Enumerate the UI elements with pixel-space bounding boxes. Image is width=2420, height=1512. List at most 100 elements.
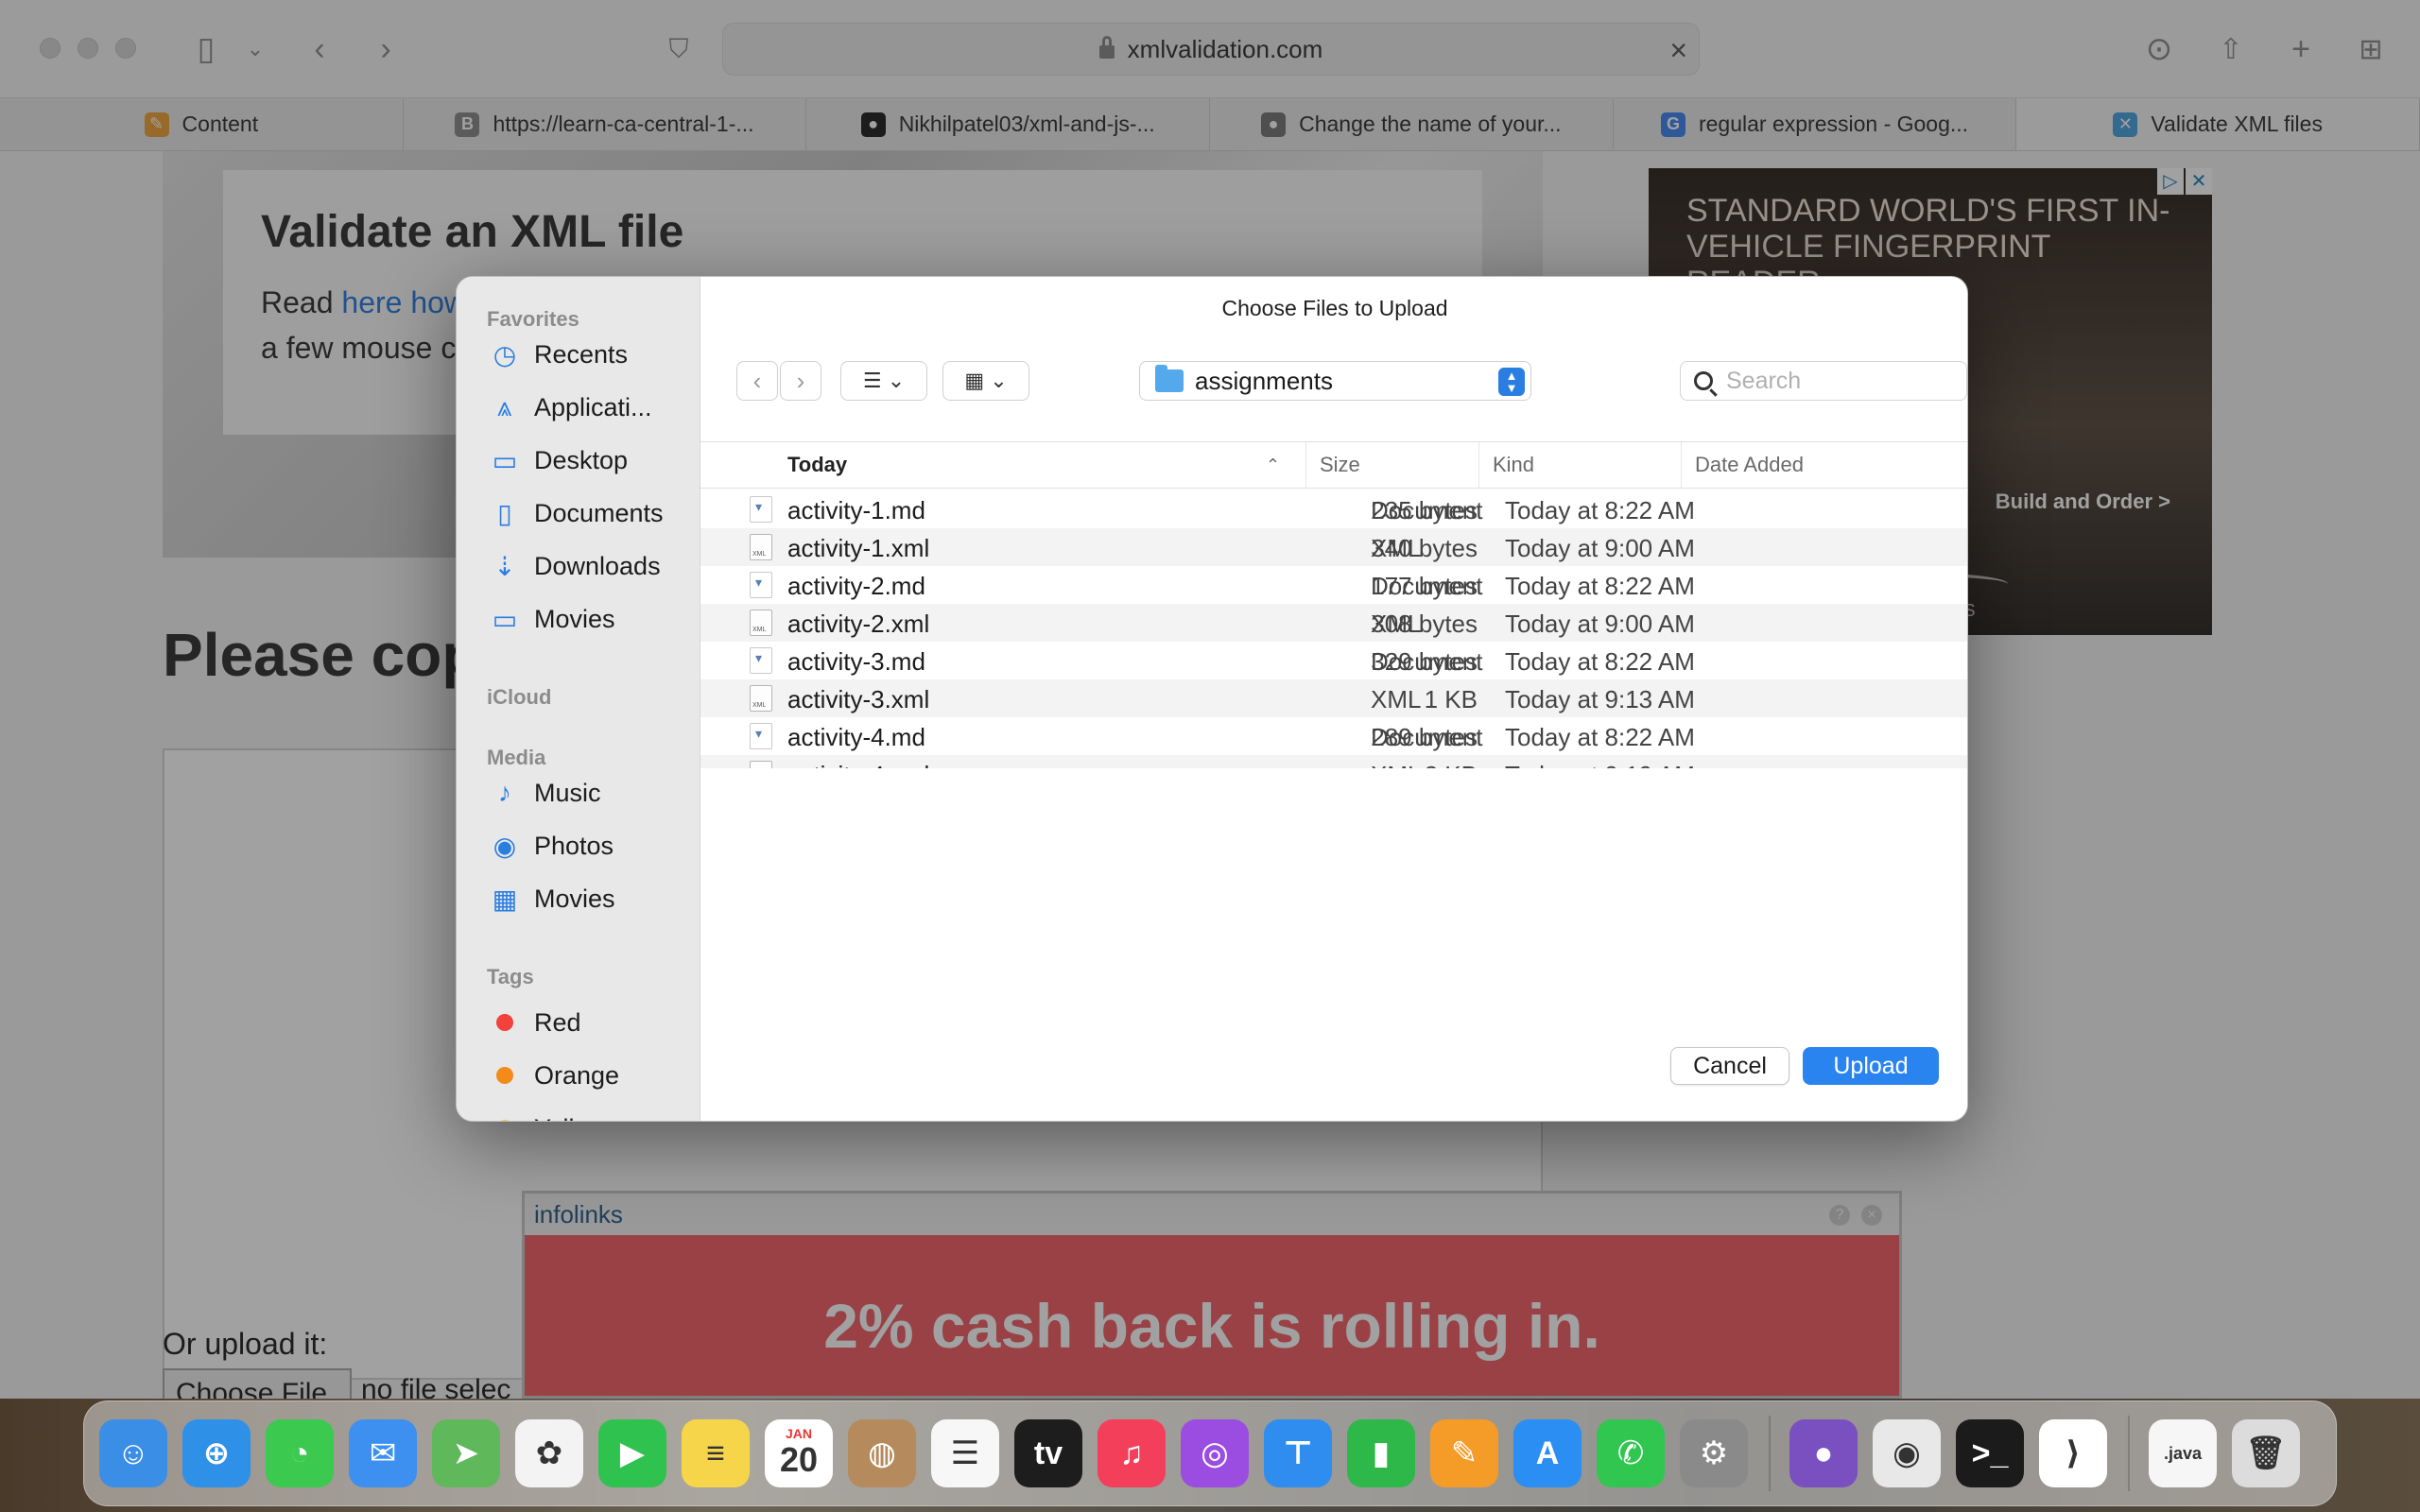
file-row[interactable]: activity-2.xml308 bytesXMLToday at 9:00 … <box>700 604 1967 642</box>
file-kind: XML <box>1371 610 1422 638</box>
xml-file-icon <box>750 534 772 560</box>
media-header: Media <box>487 746 546 769</box>
forward-button[interactable]: › <box>780 361 821 401</box>
sidebar-item[interactable]: ▭ Movies <box>489 596 615 642</box>
sidebar-item[interactable]: ▯ Documents <box>489 490 663 536</box>
file-size: 1 KB <box>1424 685 1478 713</box>
mail-icon[interactable]: ✉ <box>349 1419 417 1487</box>
reminders-icon[interactable]: ☰ <box>931 1419 999 1487</box>
whatsapp-icon[interactable]: ✆ <box>1597 1419 1665 1487</box>
dock-glyph: ☺ <box>116 1435 150 1471</box>
terminal-icon[interactable]: >_ <box>1956 1419 2024 1487</box>
appletv-icon[interactable]: tv <box>1014 1419 1082 1487</box>
file-row[interactable]: activity-1.md235 bytesDocumentToday at 8… <box>700 490 1967 528</box>
dock-glyph: ⊤ <box>1283 1435 1313 1471</box>
dock-glyph: ✉ <box>369 1435 397 1471</box>
file-date: Today at 8:22 AM <box>1505 496 1695 524</box>
file-list-header: Today ⌃ Size Kind Date Added <box>700 441 1967 489</box>
file-row[interactable]: activity-1.xml340 bytesXMLToday at 9:00 … <box>700 528 1967 566</box>
system-settings-icon[interactable]: ⚙ <box>1680 1419 1748 1487</box>
column-size[interactable]: Size <box>1305 442 1472 488</box>
file-name: activity-1.md <box>787 496 925 524</box>
notes-icon[interactable]: ≡ <box>682 1419 750 1487</box>
maps-icon[interactable]: ➤ <box>432 1419 500 1487</box>
sidebar-item[interactable]: ⇣ Downloads <box>489 543 660 589</box>
file-row[interactable]: activity-2.md177 bytesDocumentToday at 8… <box>700 566 1967 604</box>
file-date: Today at 9:00 AM <box>1505 534 1695 562</box>
file-kind: XML <box>1371 685 1422 713</box>
column-name[interactable]: Today <box>787 442 1288 488</box>
calendar-icon[interactable]: JAN 20 <box>765 1419 833 1487</box>
file-row[interactable]: activity-4.md289 bytesDocumentToday at 8… <box>700 717 1967 755</box>
file-date: Today at 9:19 AM <box>1505 761 1695 768</box>
list-view-button[interactable]: ☰ ⌄ <box>840 361 927 401</box>
vscode-icon[interactable]: ⟩ <box>2039 1419 2107 1487</box>
sidebar-tag[interactable]: Orange <box>489 1053 619 1098</box>
upload-button[interactable]: Upload <box>1803 1047 1939 1085</box>
file-kind: Document <box>1371 496 1483 524</box>
column-date-added[interactable]: Date Added <box>1681 442 1964 488</box>
tags-header: Tags <box>487 965 534 988</box>
file-row[interactable]: activity-3.md329 bytesDocumentToday at 8… <box>700 642 1967 679</box>
folder-icon <box>1155 365 1184 392</box>
sidebar-item[interactable]: ◷ Recents <box>489 332 628 377</box>
music-icon[interactable]: ♫ <box>1098 1419 1166 1487</box>
column-kind[interactable]: Kind <box>1478 442 1645 488</box>
list-icon: ☰ ⌄ <box>862 369 906 392</box>
film-icon: ▦ <box>492 884 518 914</box>
dock-glyph: ▮ <box>1372 1435 1391 1471</box>
file-kind: XML <box>1371 761 1421 768</box>
chrome-icon[interactable]: ◉ <box>1873 1419 1941 1487</box>
search-icon <box>1694 371 1713 390</box>
java-file-icon[interactable]: .java <box>2149 1419 2217 1487</box>
back-button[interactable]: ‹ <box>736 361 778 401</box>
file-list[interactable]: activity-1.md235 bytesDocumentToday at 8… <box>700 490 1967 768</box>
sidebar-item[interactable]: ▭ Desktop <box>489 438 628 483</box>
xml-file-icon <box>750 761 772 768</box>
tag-dot-icon <box>496 1067 513 1084</box>
search-field[interactable] <box>1680 361 1967 401</box>
sidebar-item[interactable]: ⩓ Applicati... <box>489 385 651 430</box>
keynote-icon[interactable]: ⊤ <box>1264 1419 1332 1487</box>
dock-glyph: ▶ <box>619 1435 646 1471</box>
grid-view-button[interactable]: ▦ ⌄ <box>942 361 1029 401</box>
contacts-icon[interactable]: ◍ <box>848 1419 916 1487</box>
tag-dot-icon <box>496 1120 513 1121</box>
sidebar-item[interactable]: ◉ Photos <box>489 823 614 868</box>
sidebar-tag[interactable]: Red <box>489 1000 581 1045</box>
finder-icon[interactable]: ☺ <box>99 1419 167 1487</box>
github-desktop-icon[interactable]: ● <box>1789 1419 1858 1487</box>
file-row[interactable]: activity-3.xml 1 KBXML Today at 9:13 AM <box>700 679 1967 717</box>
dock-glyph: ✎ <box>1450 1435 1478 1471</box>
appstore-icon[interactable]: A <box>1513 1419 1582 1487</box>
messages-icon[interactable]: ◔ <box>266 1419 334 1487</box>
dock-glyph: ♫ <box>1119 1435 1144 1471</box>
file-kind: Document <box>1371 572 1483 600</box>
dock-glyph: ● <box>1813 1435 1834 1471</box>
file-name: activity-2.xml <box>787 610 930 638</box>
file-row[interactable]: activity-4.xml 2 KB XML Today at 9:19 AM <box>700 755 1967 768</box>
cancel-button[interactable]: Cancel <box>1670 1047 1789 1085</box>
tag-dot-icon <box>496 1014 513 1031</box>
pages-icon[interactable]: ✎ <box>1430 1419 1498 1487</box>
location-label: assignments <box>1195 366 1333 395</box>
file-date: Today at 9:00 AM <box>1505 610 1695 638</box>
sidebar-item[interactable]: ▦ Movies <box>489 876 615 921</box>
photos-icon[interactable]: ✿ <box>515 1419 583 1487</box>
dialog-main: Choose Files to Upload ‹ › ☰ ⌄ ▦ ⌄ assig… <box>700 277 1967 1121</box>
dock-glyph: ☰ <box>950 1435 980 1471</box>
podcasts-icon[interactable]: ◎ <box>1181 1419 1249 1487</box>
numbers-icon[interactable]: ▮ <box>1347 1419 1415 1487</box>
document-icon: ▯ <box>497 498 512 528</box>
dock-glyph: ◎ <box>1201 1435 1229 1471</box>
location-select[interactable]: assignments ▲ ▼ <box>1139 361 1531 401</box>
search-input[interactable] <box>1726 367 1934 395</box>
sidebar-tag[interactable]: Yellow <box>489 1106 607 1121</box>
file-name: activity-1.xml <box>787 534 930 562</box>
file-upload-dialog: Favorites iCloud Media Tags ◷ Recents ⩓ App… <box>456 276 1968 1122</box>
safari-icon[interactable]: ⊕ <box>182 1419 251 1487</box>
trash-icon[interactable]: 🗑 <box>2232 1419 2300 1487</box>
facetime-icon[interactable]: ▶ <box>598 1419 666 1487</box>
sidebar-item[interactable]: ♪ Music <box>489 770 601 816</box>
file-date: Today at 8:22 AM <box>1505 647 1695 676</box>
